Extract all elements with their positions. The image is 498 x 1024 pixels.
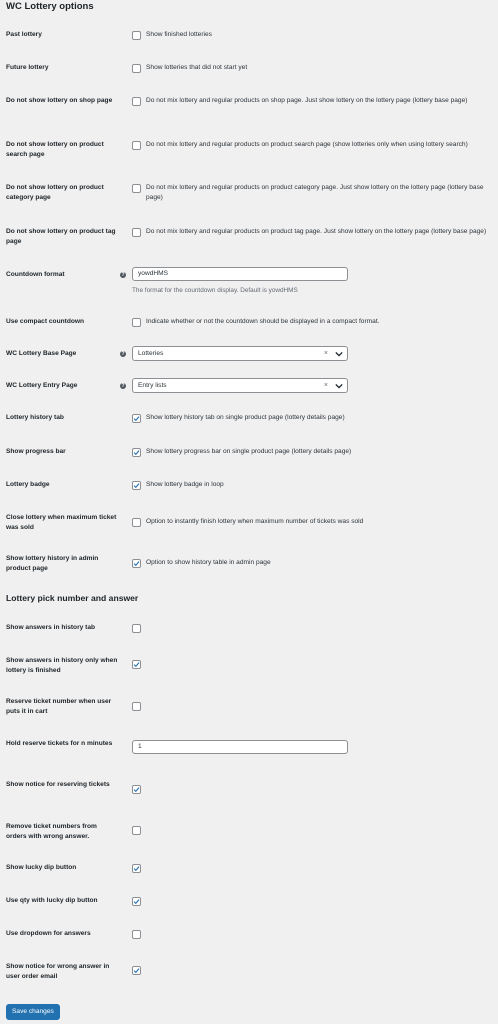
label-close-lottery: Close lottery when maximum ticket was so… (6, 514, 117, 531)
label-wrong-answer-email: Show notice for wrong answer in user ord… (6, 963, 110, 980)
checkmark-icon (133, 968, 140, 974)
label-dropdown-answers: Use dropdown for answers (6, 930, 91, 937)
checkmark-icon (133, 866, 140, 872)
label-reserve-ticket: Reserve ticket number when user puts it … (6, 698, 112, 715)
help-icon[interactable]: ? (120, 272, 126, 278)
checkbox-hide-search[interactable] (132, 141, 141, 150)
desc-admin-history: Option to show history table in admin pa… (146, 559, 271, 566)
desc-hide-category: Do not mix lottery and regular products … (146, 184, 484, 201)
label-remove-wrong: Remove ticket numbers from orders with w… (6, 823, 97, 840)
label-lottery-badge: Lottery badge (6, 481, 50, 488)
desc-hide-tag: Do not mix lottery and regular products … (146, 228, 487, 235)
label-hide-shop: Do not show lottery on shop page (6, 97, 113, 104)
label-future-lottery: Future lottery (6, 64, 49, 71)
base-page-value: Lotteries (138, 350, 164, 357)
checkbox-remove-wrong[interactable] (132, 826, 141, 835)
checkmark-icon (133, 416, 140, 422)
countdown-format-help: The format for the countdown display. De… (132, 287, 298, 294)
checkmark-icon (133, 662, 140, 668)
checkbox-lottery-badge[interactable] (132, 481, 141, 490)
checkmark-icon (133, 787, 140, 793)
label-hold-reserve: Hold reserve tickets for n minutes (6, 740, 113, 747)
checkbox-hide-category[interactable] (132, 184, 141, 193)
desc-past-lottery: Show finished lotteries (146, 31, 212, 38)
help-icon[interactable]: ? (120, 383, 126, 389)
desc-progress-bar: Show lottery progress bar on single prod… (146, 448, 352, 455)
checkbox-future-lottery[interactable] (132, 64, 141, 73)
countdown-format-input[interactable]: yowdHMS (132, 267, 348, 281)
save-changes-button[interactable]: Save changes (6, 1004, 60, 1020)
base-page-select[interactable]: Lotteries × (132, 346, 348, 361)
section-title-pick-number: Lottery pick number and answer (6, 593, 139, 603)
checkbox-history-tab[interactable] (132, 414, 141, 423)
checkbox-hide-shop[interactable] (132, 97, 141, 106)
checkbox-answers-finished[interactable] (132, 660, 141, 669)
label-admin-history: Show lottery history in admin product pa… (6, 555, 99, 572)
label-history-tab: Lottery history tab (6, 414, 64, 421)
clear-icon[interactable]: × (324, 379, 328, 392)
checkbox-lucky-dip[interactable] (132, 864, 141, 873)
checkbox-close-lottery[interactable] (132, 518, 141, 527)
entry-page-select[interactable]: Entry lists × (132, 378, 348, 393)
checkbox-progress-bar[interactable] (132, 448, 141, 457)
desc-history-tab: Show lottery history tab on single produ… (146, 414, 345, 421)
checkbox-notice-reserving[interactable] (132, 785, 141, 794)
checkbox-answers-history[interactable] (132, 624, 141, 633)
desc-compact-countdown: Indicate whether or not the countdown sh… (146, 318, 380, 325)
section-title-options: WC Lottery options (6, 1, 94, 12)
label-lucky-dip: Show lucky dip button (6, 864, 77, 871)
checkbox-admin-history[interactable] (132, 559, 141, 568)
label-entry-page: WC Lottery Entry Page (6, 382, 78, 389)
checkbox-qty-lucky-dip[interactable] (132, 897, 141, 906)
label-hide-category: Do not show lottery on product category … (6, 184, 104, 201)
hold-reserve-input[interactable]: 1 (132, 740, 348, 754)
checkmark-icon (133, 899, 140, 905)
checkbox-compact-countdown[interactable] (132, 318, 141, 327)
label-answers-history: Show answers in history tab (6, 624, 96, 631)
label-past-lottery: Past lottery (6, 31, 42, 38)
checkmark-icon (133, 450, 140, 456)
label-notice-reserving: Show notice for reserving tickets (6, 781, 110, 788)
label-answers-finished: Show answers in history only when lotter… (6, 657, 118, 674)
desc-close-lottery: Option to instantly finish lottery when … (146, 518, 364, 525)
desc-future-lottery: Show lotteries that did not start yet (146, 64, 248, 71)
checkmark-icon (133, 561, 140, 567)
checkbox-reserve-ticket[interactable] (132, 702, 141, 711)
label-progress-bar: Show progress bar (6, 448, 66, 455)
checkbox-hide-tag[interactable] (132, 228, 141, 237)
help-icon[interactable]: ? (120, 351, 126, 357)
checkbox-past-lottery[interactable] (132, 31, 141, 40)
label-countdown-format: Countdown format (6, 271, 65, 278)
label-hide-tag: Do not show lottery on product tag page (6, 228, 116, 245)
checkbox-wrong-answer-email[interactable] (132, 966, 141, 975)
chevron-down-icon (335, 351, 343, 357)
chevron-down-icon (335, 383, 343, 389)
checkmark-icon (133, 483, 140, 489)
label-qty-lucky-dip: Use qty with lucky dip button (6, 897, 98, 904)
entry-page-value: Entry lists (138, 382, 167, 389)
checkbox-dropdown-answers[interactable] (132, 930, 141, 939)
desc-lottery-badge: Show lottery badge in loop (146, 481, 224, 488)
label-compact-countdown: Use compact countdown (6, 318, 85, 325)
desc-hide-search: Do not mix lottery and regular products … (146, 141, 468, 148)
label-hide-search: Do not show lottery on product search pa… (6, 141, 104, 158)
desc-hide-shop: Do not mix lottery and regular products … (146, 97, 468, 104)
label-base-page: WC Lottery Base Page (6, 350, 77, 357)
clear-icon[interactable]: × (324, 347, 328, 360)
